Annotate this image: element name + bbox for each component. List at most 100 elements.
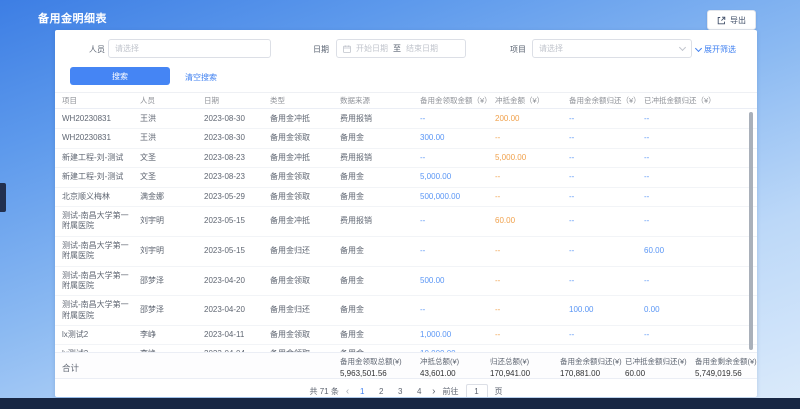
cell-person: 邵梦泽 [140, 305, 204, 315]
summary-receive-total: 备用金领取总额(¥) 5,963,501.56 [340, 356, 402, 378]
chevron-down-icon [679, 43, 686, 50]
clear-search-link[interactable]: 清空搜索 [185, 72, 217, 83]
cell-source: 备用金 [340, 192, 420, 202]
cell-type: 备用金冲抵 [270, 153, 340, 163]
goto-page-input[interactable] [466, 384, 488, 398]
sidebar-handle[interactable] [0, 183, 6, 212]
cell-project: lx测试2 [62, 330, 140, 340]
project-select-placeholder: 请选择 [539, 43, 563, 54]
cell-receive-amount: 300.00 [420, 133, 495, 143]
cell-receive-amount: 500,000.00 [420, 192, 495, 202]
cell-offset-return: -- [644, 192, 740, 202]
cell-source: 备用金 [340, 305, 420, 315]
cell-receive-amount: 1,000.00 [420, 330, 495, 340]
expand-filter-label: 展开筛选 [704, 44, 736, 55]
col-offset-amount: 冲抵金额（¥） [495, 95, 569, 106]
cell-type: 备用金领取 [270, 276, 340, 286]
cell-person: 王洪 [140, 133, 204, 143]
cell-date: 2023-05-15 [204, 246, 270, 256]
page-button-4[interactable]: 4 [413, 387, 425, 396]
summary-item-label: 已冲抵金额归还(¥) [625, 356, 687, 367]
cell-source: 备用金 [340, 172, 420, 182]
date-separator: 至 [393, 43, 401, 54]
cell-source: 备用金 [340, 276, 420, 286]
summary-label: 合计 [62, 362, 79, 374]
cell-receive-amount: 5,000.00 [420, 172, 495, 182]
cell-date: 2023-08-23 [204, 153, 270, 163]
cell-balance-return: -- [569, 114, 644, 124]
export-icon [717, 16, 726, 25]
cell-balance-return: -- [569, 153, 644, 163]
summary-item-value: 170,941.00 [490, 369, 530, 378]
cell-type: 备用金冲抵 [270, 114, 340, 124]
summary-item-value: 170,881.00 [560, 369, 622, 378]
cell-person: 刘宇明 [140, 216, 204, 226]
cell-offset-amount: -- [495, 305, 569, 315]
summary-item-value: 43,601.00 [420, 369, 459, 378]
summary-item-value: 5,963,501.56 [340, 369, 402, 378]
cell-receive-amount: -- [420, 246, 495, 256]
cell-source: 费用报销 [340, 216, 420, 226]
summary-item-label: 冲抵总额(¥) [420, 356, 459, 367]
table-row: 测试-南昌大学第一附属医院 邵梦泽 2023-04-20 备用金归还 备用金 -… [55, 296, 757, 326]
cell-project: WH20230831 [62, 133, 140, 143]
cell-offset-amount: -- [495, 246, 569, 256]
project-select-input[interactable]: 请选择 [532, 39, 692, 58]
cell-person: 满金娜 [140, 192, 204, 202]
search-button[interactable]: 搜索 [70, 67, 170, 85]
cell-person: 邵梦泽 [140, 276, 204, 286]
cell-offset-return: 0.00 [644, 305, 740, 315]
cell-date: 2023-08-23 [204, 172, 270, 182]
cell-source: 备用金 [340, 133, 420, 143]
cell-person: 文圣 [140, 172, 204, 182]
cell-type: 备用金归还 [270, 305, 340, 315]
cell-balance-return: -- [569, 330, 644, 340]
cell-person: 刘宇明 [140, 246, 204, 256]
cell-date: 2023-05-15 [204, 216, 270, 226]
table-body: WH20230831 王洪 2023-08-30 备用金冲抵 费用报销 -- 2… [55, 110, 757, 352]
cell-offset-return: 60.00 [644, 246, 740, 256]
cell-offset-amount: -- [495, 276, 569, 286]
project-filter-label: 项目 [510, 44, 526, 55]
pagination: 共 71 条 ‹ 1 2 3 4 › 前往 页 [55, 383, 757, 397]
goto-suffix-label: 页 [495, 386, 503, 397]
cell-person: 文圣 [140, 153, 204, 163]
cell-type: 备用金领取 [270, 133, 340, 143]
cell-balance-return: -- [569, 276, 644, 286]
cell-balance-return: -- [569, 133, 644, 143]
cell-offset-amount: -- [495, 330, 569, 340]
cell-balance-return: -- [569, 192, 644, 202]
cell-offset-return: -- [644, 153, 740, 163]
cell-project: 测试-南昌大学第一附属医院 [62, 211, 140, 232]
page-button-1[interactable]: 1 [356, 387, 368, 396]
cell-offset-amount: -- [495, 133, 569, 143]
col-balance-return: 备用金余额归还（¥） [569, 95, 644, 106]
cell-receive-amount: -- [420, 305, 495, 315]
cell-person: 王洪 [140, 114, 204, 124]
cell-project: 测试-南昌大学第一附属医院 [62, 271, 140, 292]
summary-offset-total: 冲抵总额(¥) 43,601.00 [420, 356, 459, 378]
cell-project: 测试-南昌大学第一附属医院 [62, 300, 140, 321]
cell-type: 备用金冲抵 [270, 216, 340, 226]
table-row: lx测试2 李峥 2023-04-11 备用金领取 备用金 1,000.00 -… [55, 326, 757, 345]
page-button-3[interactable]: 3 [394, 387, 406, 396]
table-row: 新建工程-刘-测试 文圣 2023-08-23 备用金领取 备用金 5,000.… [55, 168, 757, 187]
prev-page-arrow[interactable]: ‹ [346, 386, 349, 397]
export-button[interactable]: 导出 [707, 10, 756, 30]
pagination-total: 共 71 条 [309, 386, 338, 397]
summary-remaining-total: 备用金剩余金额(¥) 5,749,019.56 [695, 356, 757, 378]
date-range-input[interactable]: 开始日期 至 结束日期 [336, 39, 466, 58]
cell-date: 2023-08-30 [204, 133, 270, 143]
cell-type: 备用金领取 [270, 192, 340, 202]
cell-type: 备用金领取 [270, 172, 340, 182]
page-button-2[interactable]: 2 [375, 387, 387, 396]
col-date: 日期 [204, 95, 270, 106]
col-receive-amount: 备用金领取金额（¥） [420, 95, 495, 106]
person-select-input[interactable]: 请选择 [108, 39, 271, 58]
summary-item-value: 60.00 [625, 369, 687, 378]
next-page-arrow[interactable]: › [432, 386, 435, 397]
vertical-scrollbar[interactable] [749, 112, 753, 350]
expand-filter-link[interactable]: 展开筛选 [696, 44, 736, 55]
cell-date: 2023-04-20 [204, 276, 270, 286]
summary-item-label: 备用金剩余金额(¥) [695, 356, 757, 367]
